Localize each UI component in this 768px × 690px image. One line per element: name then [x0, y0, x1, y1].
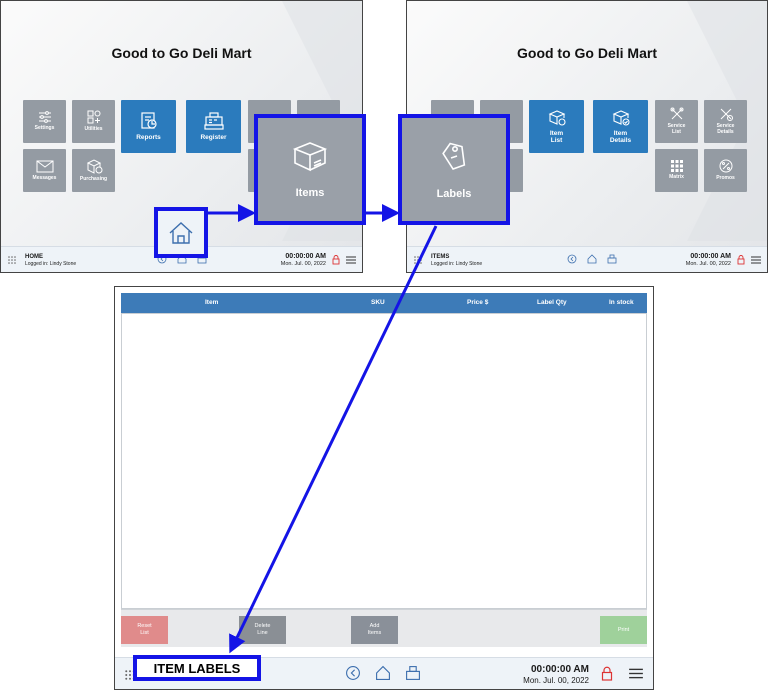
register-label: Register: [200, 134, 227, 142]
item-details-label: Item Details: [609, 129, 632, 144]
tools-icon: [670, 107, 683, 120]
labels-label: Labels: [436, 187, 472, 200]
register-icon[interactable]: [405, 665, 421, 681]
menu-icon[interactable]: [629, 668, 643, 679]
home-icon[interactable]: [587, 254, 597, 264]
reports-icon: [140, 112, 157, 129]
service-list-label: Service List: [667, 123, 686, 135]
envelope-icon: [36, 160, 53, 173]
cash-register-icon: [203, 112, 224, 130]
menu-icon[interactable]: [346, 256, 356, 264]
service-details-tile[interactable]: Service Details: [704, 100, 747, 143]
status-bar: ITEMS Logged in: Lindy Stone 00:00:00 AM…: [407, 246, 767, 272]
date: Mon. Jul. 00, 2022: [523, 676, 589, 685]
lock-icon[interactable]: [737, 255, 745, 265]
reports-label: Reports: [136, 134, 161, 142]
percent-icon: [719, 159, 732, 173]
back-icon[interactable]: [567, 254, 577, 264]
service-details-label: Service Details: [716, 123, 735, 135]
settings-tile[interactable]: Settings: [23, 100, 66, 143]
box-icon: [292, 141, 328, 171]
back-icon[interactable]: [345, 665, 361, 681]
date: Mon. Jul. 00, 2022: [685, 261, 731, 267]
purchasing-box-icon: [86, 159, 102, 174]
column-sku[interactable]: SKU: [371, 299, 385, 306]
add-items-button[interactable]: Add Items: [351, 616, 398, 644]
register-icon[interactable]: [607, 254, 617, 264]
matrix-grid-icon: [670, 160, 683, 173]
app-title: Good to Go Deli Mart: [111, 45, 252, 61]
matrix-label: Matrix: [669, 174, 684, 181]
clock: 00:00:00 AM: [285, 253, 326, 260]
column-price[interactable]: Price $: [467, 299, 488, 306]
home-icon[interactable]: [375, 665, 391, 681]
register-tile[interactable]: Register: [186, 100, 241, 153]
column-item[interactable]: Item: [205, 299, 218, 306]
purchasing-label: Purchasing: [79, 175, 108, 182]
sliders-icon: [38, 111, 51, 124]
mode-label: ITEMS: [431, 254, 450, 260]
utilities-tile[interactable]: Utilities: [72, 100, 115, 143]
app-title: Good to Go Deli Mart: [517, 45, 657, 61]
menu-icon[interactable]: [751, 256, 761, 264]
reports-tile[interactable]: Reports: [121, 100, 176, 153]
lock-icon[interactable]: [601, 666, 613, 682]
item-details-box-icon: [612, 109, 630, 126]
settings-label: Settings: [34, 125, 55, 132]
logged-in-user: Logged in: Lindy Stone: [431, 261, 483, 267]
tools-details-icon: [720, 108, 733, 122]
item-labels-title-highlight: ITEM LABELS: [133, 655, 261, 681]
item-list-box-icon: [548, 109, 566, 126]
clock: 00:00:00 AM: [531, 664, 589, 675]
home-icon: [169, 221, 193, 244]
items-tile-enlarged[interactable]: Items: [254, 114, 366, 225]
labels-tile-enlarged[interactable]: Labels: [398, 114, 510, 225]
reset-list-button[interactable]: Reset List: [121, 616, 168, 644]
utilities-icon: [87, 110, 100, 124]
print-button[interactable]: Print: [600, 616, 647, 644]
clock: 00:00:00 AM: [690, 253, 731, 260]
promos-tile[interactable]: Promos: [704, 149, 747, 192]
home-button-highlight[interactable]: [154, 207, 208, 258]
item-list-label: Item List: [549, 129, 564, 144]
column-label-qty[interactable]: Label Qty: [537, 299, 567, 306]
service-list-tile[interactable]: Service List: [655, 100, 698, 143]
messages-label: Messages: [32, 174, 57, 181]
tag-icon: [442, 142, 466, 170]
grid-icon[interactable]: [414, 256, 422, 264]
purchasing-tile[interactable]: Purchasing: [72, 149, 115, 192]
items-label: Items: [295, 186, 325, 199]
date: Mon. Jul. 00, 2022: [280, 261, 326, 267]
column-in-stock[interactable]: In stock: [609, 299, 634, 306]
labels-table-header: Item SKU Price $ Label Qty In stock: [121, 293, 647, 313]
matrix-tile[interactable]: Matrix: [655, 149, 698, 192]
utilities-label: Utilities: [84, 126, 103, 133]
labels-table-body[interactable]: [121, 313, 647, 609]
messages-tile[interactable]: Messages: [23, 149, 66, 192]
lock-icon[interactable]: [332, 255, 340, 265]
item-details-tile[interactable]: Item Details: [593, 100, 648, 153]
promos-label: Promos: [716, 175, 735, 182]
labels-action-bar: Reset List Delete Line Add Items Print: [121, 609, 647, 647]
item-list-tile[interactable]: Item List: [529, 100, 584, 153]
delete-line-button[interactable]: Delete Line: [239, 616, 286, 644]
item-labels-screen: Item SKU Price $ Label Qty In stock Rese…: [114, 286, 654, 690]
